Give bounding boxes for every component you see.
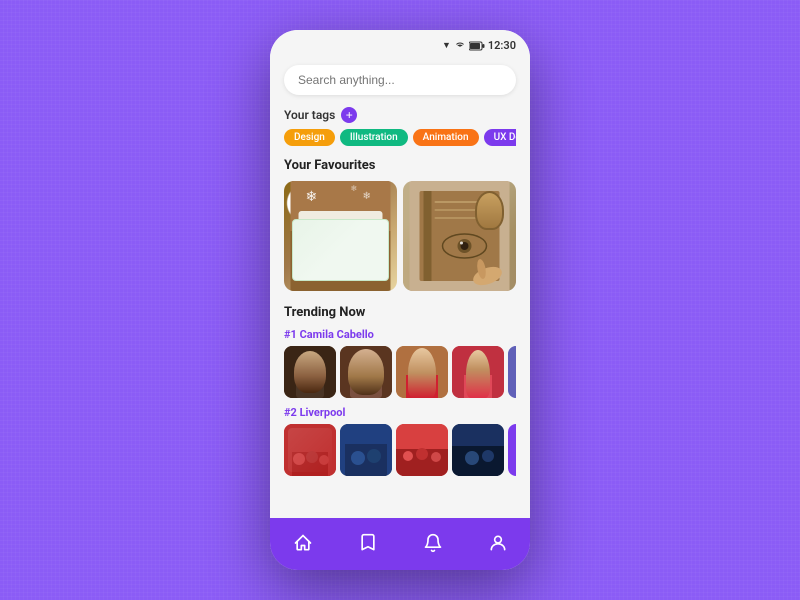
search-input[interactable] (284, 65, 516, 95)
trending-section: Trending Now #1 Camila Cabello (270, 297, 530, 488)
status-time: 12:30 (488, 39, 516, 52)
main-content[interactable]: Your tags + Design Illustration Animatio… (270, 57, 530, 518)
nav-home[interactable] (283, 525, 323, 561)
tags-title: Your tags (284, 108, 335, 122)
nav-bookmark[interactable] (348, 525, 388, 561)
svg-text:❄: ❄ (363, 191, 371, 202)
trending-images-1 (284, 346, 516, 398)
add-more-button[interactable]: + (508, 424, 516, 476)
favourites-section: Your Favourites (270, 150, 530, 297)
favourites-grid: ❄ ❄ ❄ (284, 181, 516, 291)
trending-thumb-lp-2[interactable] (340, 424, 392, 476)
trending-thumb-cc-1[interactable] (284, 346, 336, 398)
nav-notification[interactable] (413, 525, 453, 561)
tags-list: Design Illustration Animation UX Des (284, 129, 516, 146)
battery-icon (469, 36, 485, 55)
status-icons: ▼ 12:30 (442, 36, 516, 55)
trending-thumb-cc-5[interactable] (508, 346, 516, 398)
tag-design[interactable]: Design (284, 129, 335, 146)
trending-title: Trending Now (284, 305, 516, 320)
favourite-image-2[interactable] (403, 181, 516, 291)
trending-thumb-lp-1[interactable] (284, 424, 336, 476)
tag-illustration[interactable]: Illustration (340, 129, 408, 146)
tags-header: Your tags + (284, 107, 516, 123)
tags-section: Your tags + Design Illustration Animatio… (270, 101, 530, 150)
favourites-title: Your Favourites (284, 158, 516, 173)
bottom-nav (270, 518, 530, 570)
svg-text:❄: ❄ (306, 189, 318, 205)
trending-thumb-lp-3[interactable] (396, 424, 448, 476)
bell-icon (423, 533, 443, 553)
bookmark-icon (358, 533, 378, 553)
trending-thumb-lp-4[interactable] (452, 424, 504, 476)
status-bar: ▼ 12:30 (270, 30, 530, 57)
trending-rank-2: #2 Liverpool (284, 406, 516, 419)
tag-animation[interactable]: Animation (413, 129, 479, 146)
signal-icon: ▼ (442, 40, 451, 51)
add-tag-button[interactable]: + (341, 107, 357, 123)
favourite-image-1[interactable]: ❄ ❄ ❄ (284, 181, 397, 291)
trending-item-1: #1 Camila Cabello (284, 328, 516, 398)
profile-icon (488, 533, 508, 553)
phone-frame: ▼ 12:30 (270, 30, 530, 570)
trending-thumb-cc-4[interactable] (452, 346, 504, 398)
trending-thumb-cc-3[interactable] (396, 346, 448, 398)
svg-text:❄: ❄ (351, 184, 358, 193)
wifi-icon (454, 39, 466, 52)
nav-profile[interactable] (478, 525, 518, 561)
tag-uxdes[interactable]: UX Des (484, 129, 516, 146)
trending-thumb-cc-2[interactable] (340, 346, 392, 398)
search-container (270, 57, 530, 101)
trending-images-2: + (284, 424, 516, 476)
trending-item-2: #2 Liverpool (284, 406, 516, 476)
home-icon (293, 533, 313, 553)
trending-rank-1: #1 Camila Cabello (284, 328, 516, 341)
